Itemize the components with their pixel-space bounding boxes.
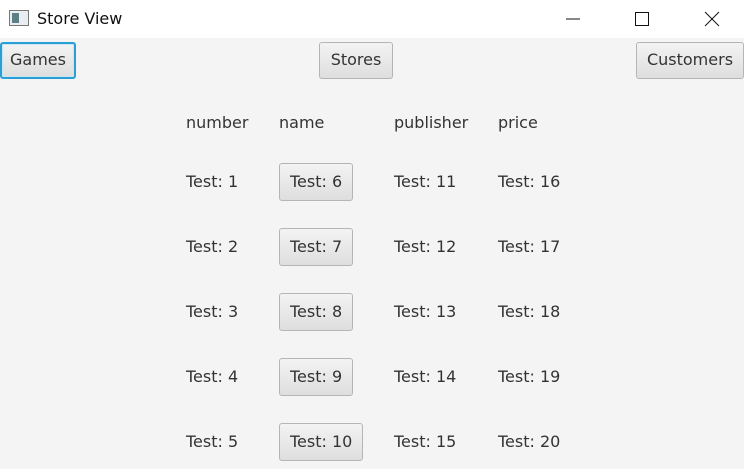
table-row: Test: 2 Test: 7 Test: 12 Test: 17	[0, 228, 744, 266]
header-number: number	[186, 113, 249, 132]
header-price: price	[498, 113, 538, 132]
name-button[interactable]: Test: 10	[279, 423, 364, 461]
table-row: Test: 3 Test: 8 Test: 13 Test: 18	[0, 293, 744, 331]
name-button[interactable]: Test: 9	[279, 358, 354, 396]
publisher-cell: Test: 13	[394, 302, 457, 321]
header-publisher: publisher	[394, 113, 469, 132]
number-cell: Test: 2	[186, 237, 239, 256]
minimize-icon	[566, 18, 580, 20]
close-icon	[704, 11, 720, 27]
name-button[interactable]: Test: 8	[279, 293, 354, 331]
maximize-icon	[635, 12, 649, 26]
number-cell: Test: 3	[186, 302, 239, 321]
table-row: Test: 4 Test: 9 Test: 14 Test: 19	[0, 358, 744, 396]
title-bar[interactable]: Store View	[0, 0, 744, 38]
number-cell: Test: 1	[186, 172, 239, 191]
name-button[interactable]: Test: 6	[279, 163, 354, 201]
price-cell: Test: 17	[498, 237, 561, 256]
table-row: Test: 1 Test: 6 Test: 11 Test: 16	[0, 163, 744, 201]
number-cell: Test: 4	[186, 367, 239, 386]
publisher-cell: Test: 15	[394, 432, 457, 451]
price-cell: Test: 20	[498, 432, 561, 451]
table-row: Test: 5 Test: 10 Test: 15 Test: 20	[0, 423, 744, 461]
minimize-button[interactable]	[550, 0, 596, 38]
publisher-cell: Test: 11	[394, 172, 457, 191]
name-button[interactable]: Test: 7	[279, 228, 354, 266]
publisher-cell: Test: 14	[394, 367, 457, 386]
price-cell: Test: 16	[498, 172, 561, 191]
number-cell: Test: 5	[186, 432, 239, 451]
maximize-button[interactable]	[619, 0, 665, 38]
games-button[interactable]: Games	[0, 42, 76, 79]
header-name: name	[279, 113, 325, 132]
stores-button[interactable]: Stores	[319, 42, 393, 79]
customers-button[interactable]: Customers	[636, 42, 744, 79]
price-cell: Test: 18	[498, 302, 561, 321]
window-title: Store View	[37, 9, 123, 28]
publisher-cell: Test: 12	[394, 237, 457, 256]
store-view-window: Store View Games Stores Customers number…	[0, 0, 744, 469]
app-icon	[9, 10, 29, 26]
close-button[interactable]	[689, 0, 735, 38]
price-cell: Test: 19	[498, 367, 561, 386]
